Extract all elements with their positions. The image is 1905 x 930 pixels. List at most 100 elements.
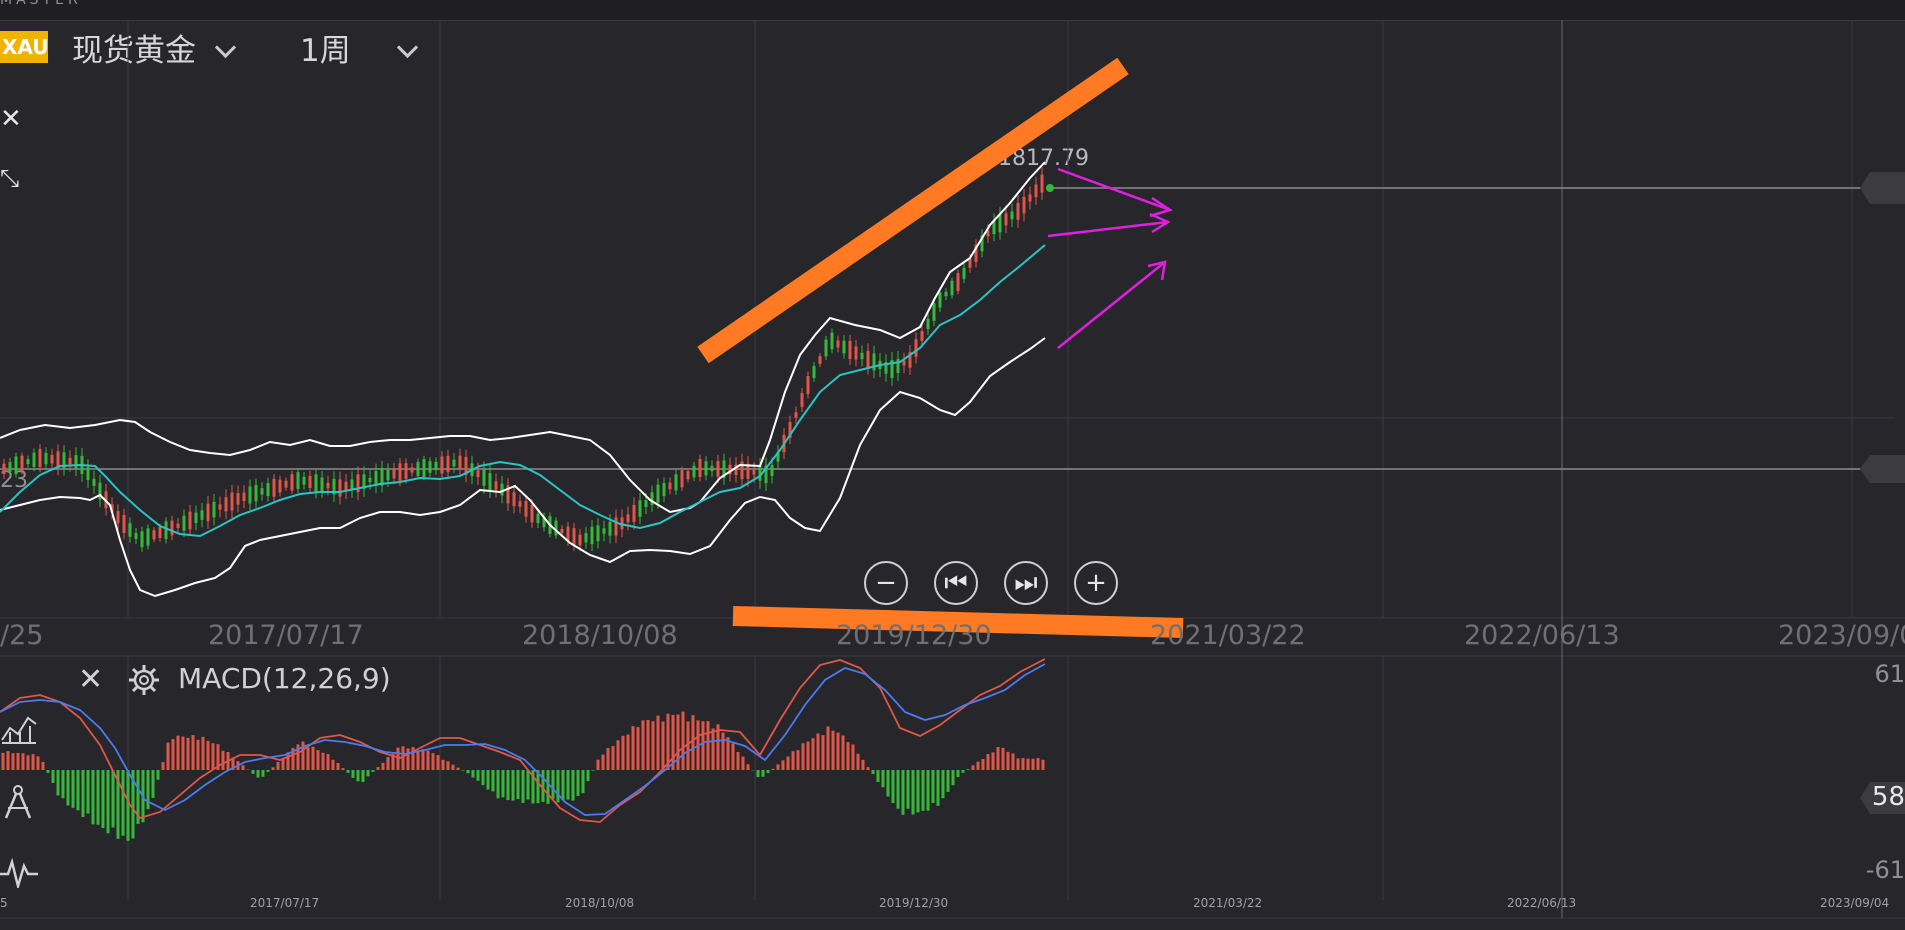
- macd-bar: [941, 770, 945, 799]
- candle-body: [92, 478, 96, 486]
- macd-bar: [56, 770, 60, 796]
- macd-bar: [386, 757, 390, 770]
- macd-bar: [726, 737, 730, 770]
- candle-body: [128, 523, 132, 537]
- macd-bar: [346, 770, 350, 773]
- macd-bar: [321, 752, 325, 770]
- macd-bar: [436, 755, 440, 770]
- candle-body: [1016, 202, 1020, 220]
- candle-body: [194, 512, 198, 523]
- candle-body: [452, 459, 456, 467]
- macd-bar: [1026, 758, 1030, 770]
- x-axis-label: 2017/07/17: [208, 620, 364, 651]
- macd-bar: [176, 735, 180, 770]
- macd-bar: [611, 746, 615, 770]
- macd-bar: [46, 770, 50, 773]
- macd-bar: [41, 761, 45, 770]
- macd-close-icon[interactable]: ✕: [78, 662, 103, 697]
- macd-bar: [351, 770, 355, 778]
- prev-button[interactable]: ⏮: [934, 561, 978, 605]
- macd-bar: [86, 770, 90, 814]
- candle-body: [590, 526, 594, 545]
- candle-body: [770, 465, 774, 476]
- macd-bar: [621, 735, 625, 770]
- next-button[interactable]: ⏭: [1004, 561, 1048, 605]
- candle-body: [440, 456, 444, 474]
- macd-right-tick: -61: [1865, 856, 1905, 884]
- macd-bar: [511, 770, 515, 801]
- candle-body: [626, 514, 630, 523]
- candle-body: [518, 501, 522, 507]
- candle-body: [680, 470, 684, 488]
- macd-bar: [361, 770, 365, 782]
- macd-bar: [36, 756, 40, 770]
- candle-body: [266, 483, 270, 497]
- macd-bar: [581, 770, 585, 794]
- macd-bar: [881, 770, 885, 788]
- macd-bar: [426, 750, 430, 770]
- x-axis-label: 2021/03/22: [1150, 620, 1306, 651]
- macd-bar: [171, 739, 175, 770]
- macd-bar: [996, 747, 1000, 770]
- candle-body: [956, 273, 960, 291]
- macd-bar: [316, 750, 320, 770]
- indicator-icon[interactable]: [0, 710, 40, 746]
- macd-bar: [681, 711, 685, 770]
- drawing-tool-icon[interactable]: [2, 782, 38, 822]
- macd-bar: [101, 770, 105, 829]
- macd-bar: [461, 770, 465, 771]
- gear-icon[interactable]: [126, 660, 166, 700]
- macd-bar: [311, 746, 315, 770]
- macd-bar: [576, 770, 580, 796]
- macd-bar: [651, 721, 655, 770]
- minus-icon: −: [875, 568, 897, 598]
- macd-bar: [516, 770, 520, 800]
- chart-canvas[interactable]: [0, 0, 1905, 930]
- candle-body: [614, 517, 618, 536]
- macd-bar: [441, 759, 445, 770]
- macd-bar: [1001, 747, 1005, 770]
- macd-bar: [276, 762, 280, 770]
- macd-bar: [816, 733, 820, 770]
- candle-body: [164, 521, 168, 540]
- macd-bar: [741, 756, 745, 770]
- macd-bar: [991, 752, 995, 770]
- macd-bar: [836, 732, 840, 770]
- candle-body: [1028, 194, 1032, 202]
- candle-body: [68, 457, 72, 465]
- candle-body: [140, 531, 144, 548]
- macd-bar: [76, 770, 80, 811]
- waveform-icon[interactable]: [0, 858, 40, 888]
- trend-annotation-line: [697, 57, 1129, 364]
- macd-bar: [271, 767, 275, 770]
- macd-bar: [956, 770, 960, 778]
- macd-bar: [66, 770, 70, 806]
- macd-bar: [966, 769, 970, 770]
- candle-body: [656, 484, 660, 503]
- macd-bar: [146, 770, 150, 810]
- macd-bar: [486, 770, 490, 790]
- zoom-in-button[interactable]: +: [1074, 561, 1118, 605]
- macd-bar: [341, 768, 345, 770]
- macd-right-tick: 61: [1874, 660, 1905, 688]
- candle-body: [560, 528, 564, 534]
- macd-bar: [641, 720, 645, 770]
- macd-bar: [476, 770, 480, 781]
- candle-body: [818, 356, 822, 364]
- macd-bar: [821, 735, 825, 770]
- candle-body: [176, 523, 180, 528]
- macd-bar: [451, 764, 455, 770]
- macd-x-axis-label: 2017/07/17: [250, 896, 320, 910]
- candle-body: [584, 533, 588, 543]
- candle-body: [830, 332, 834, 350]
- macd-bar: [96, 770, 100, 825]
- macd-bar: [456, 767, 460, 770]
- macd-bar: [6, 751, 10, 770]
- macd-title: MACD(12,26,9): [178, 662, 391, 695]
- macd-histogram: [1, 711, 1045, 841]
- candle-body: [950, 280, 954, 296]
- forecast-arrows: [1047, 167, 1173, 349]
- macd-bar: [371, 770, 375, 772]
- macd-bar: [501, 770, 505, 798]
- zoom-out-button[interactable]: −: [864, 561, 908, 605]
